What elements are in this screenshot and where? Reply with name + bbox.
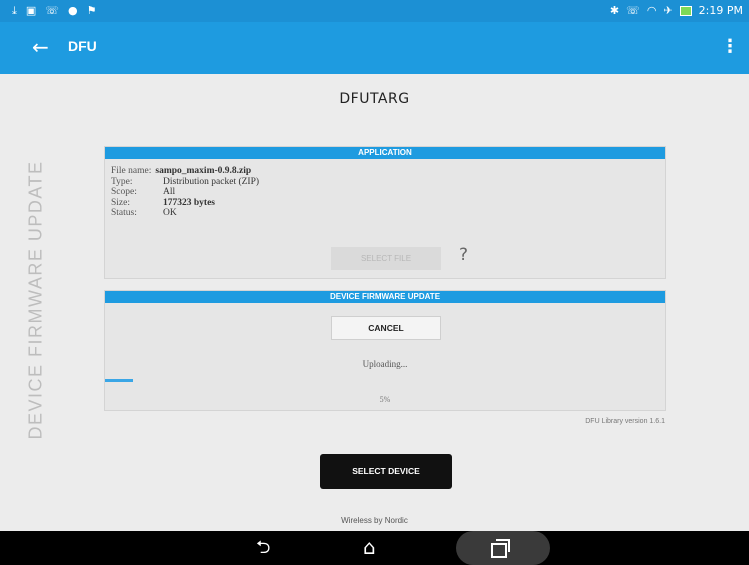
vertical-section-label: DEVICE FIRMWARE UPDATE	[25, 160, 46, 440]
help-icon[interactable]: ?	[459, 245, 468, 265]
file-info: File name: sampo_maxim-0.9.8.zip Type: D…	[111, 166, 259, 219]
back-icon[interactable]: ⮌	[256, 537, 270, 559]
status-label: Status:	[111, 208, 137, 218]
type-value: Distribution packet (ZIP)	[163, 176, 260, 187]
app-title: DFU	[68, 38, 97, 54]
file-name-row: File name: sampo_maxim-0.9.8.zip	[111, 166, 259, 177]
back-arrow-icon[interactable]: ←	[32, 36, 49, 58]
status-right-icons: ✱ ☏ ◠ ✈ 2:19 PM	[610, 3, 743, 19]
scope-value: All	[163, 187, 176, 197]
dfu-panel-header: DEVICE FIRMWARE UPDATE	[105, 291, 665, 303]
airplane-icon: ✈	[663, 4, 673, 17]
cancel-button[interactable]: CANCEL	[331, 316, 441, 340]
flag-icon: ⚑	[86, 4, 97, 17]
status-row: Status: OK	[111, 208, 259, 219]
file-name-value: sampo_maxim-0.9.8.zip	[155, 166, 252, 176]
size-value: 177323 bytes	[163, 197, 215, 208]
device-name: DFUTARG	[339, 91, 410, 107]
status-value: OK	[163, 208, 177, 218]
scope-label: Scope:	[111, 187, 137, 197]
upload-progress-bar	[105, 379, 665, 382]
phone-icon: ☏	[45, 4, 60, 17]
dfu-panel: DEVICE FIRMWARE UPDATE CANCEL Uploading.…	[104, 290, 666, 411]
app-bar: ← DFU ⋮	[0, 22, 749, 74]
phone-icon: ☏	[626, 4, 640, 17]
wifi-icon: ◠	[646, 4, 657, 17]
footer-credit: Wireless by Nordic	[341, 516, 408, 525]
upload-percent: 5%	[379, 395, 391, 404]
download-icon: ⤓	[12, 4, 17, 17]
application-panel: APPLICATION File name: sampo_maxim-0.9.8…	[104, 146, 666, 279]
status-time: 2:19 PM	[698, 4, 743, 17]
type-label: Type:	[111, 176, 133, 187]
status-bar: ⤓ ▣ ☏ ● ⚑ ✱ ☏ ◠ ✈ 2:19 PM	[0, 0, 749, 22]
file-name-label: File name:	[111, 166, 152, 176]
gallery-icon: ▣	[25, 4, 37, 17]
status-left-icons: ⤓ ▣ ☏ ● ⚑	[12, 3, 97, 19]
size-label: Size:	[111, 197, 130, 208]
size-row: Size: 177323 bytes	[111, 198, 259, 209]
type-row: Type: Distribution packet (ZIP)	[111, 177, 259, 188]
location-icon: ●	[68, 4, 78, 17]
upload-progress-fill	[105, 379, 133, 382]
home-icon[interactable]: ⌂	[363, 535, 376, 559]
select-device-button[interactable]: SELECT DEVICE	[320, 454, 452, 489]
recents-icon[interactable]	[491, 539, 510, 558]
select-file-button[interactable]: SELECT FILE	[331, 247, 441, 270]
uploading-status: Uploading...	[362, 359, 408, 369]
navigation-bar: ⮌ ⌂	[0, 531, 749, 565]
overflow-menu-icon[interactable]: ⋮	[721, 36, 739, 58]
application-panel-header: APPLICATION	[105, 147, 665, 159]
bluetooth-icon: ✱	[609, 4, 620, 17]
battery-icon	[679, 6, 692, 16]
library-version: DFU Library version 1.6.1	[585, 418, 665, 425]
scope-row: Scope: All	[111, 187, 259, 198]
